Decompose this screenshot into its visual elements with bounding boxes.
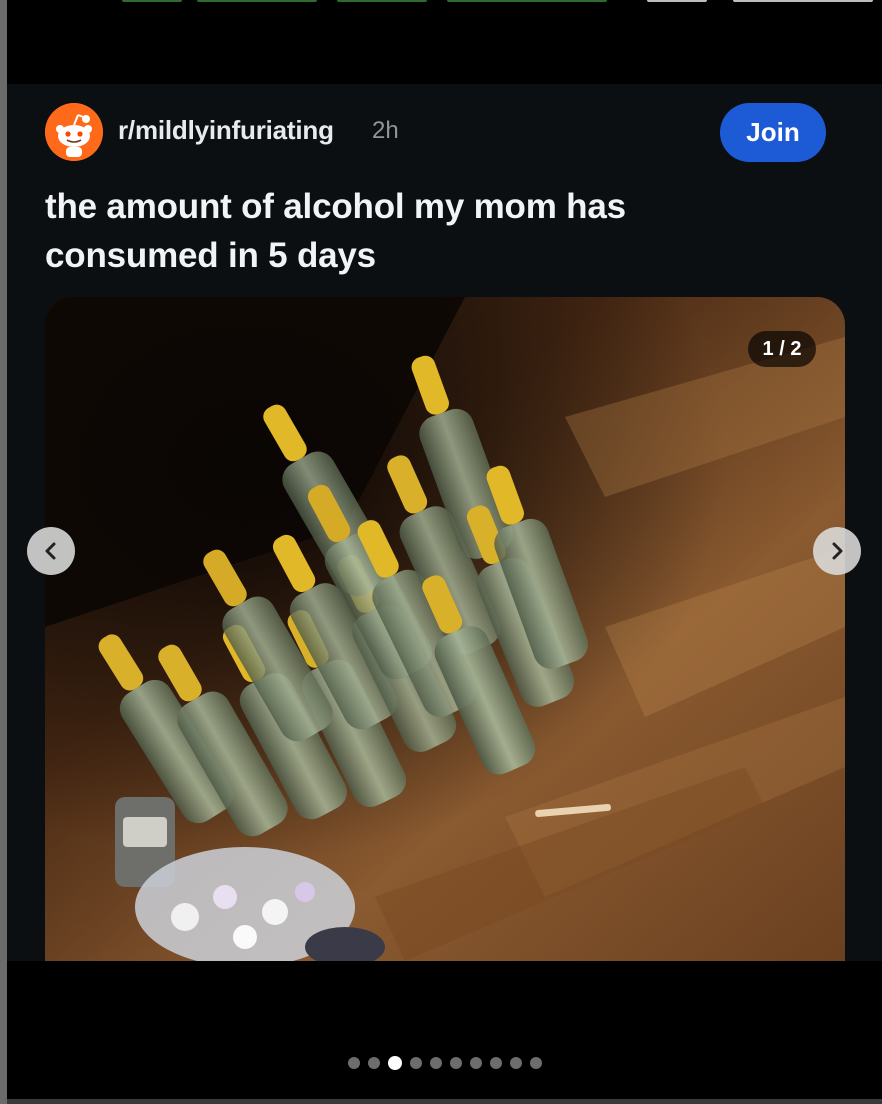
post-card: r/mildlyinfuriating 2h Join the amount o… xyxy=(7,84,882,961)
previous-image-button[interactable] xyxy=(27,527,75,575)
carousel-dot[interactable] xyxy=(348,1057,360,1069)
carousel-dot[interactable] xyxy=(470,1057,482,1069)
cropped-text-fragment xyxy=(447,0,607,2)
join-button[interactable]: Join xyxy=(720,103,826,162)
carousel-dot[interactable] xyxy=(430,1057,442,1069)
window-left-edge xyxy=(0,0,7,1104)
top-cropped-strip xyxy=(7,0,882,84)
carousel-dot[interactable] xyxy=(388,1056,402,1070)
chevron-left-icon xyxy=(45,542,56,560)
reddit-snoo-icon xyxy=(45,103,103,161)
carousel-dot[interactable] xyxy=(368,1057,380,1069)
subreddit-avatar[interactable] xyxy=(45,103,103,161)
image-counter: 1 / 2 xyxy=(748,331,816,367)
post-age: 2h xyxy=(372,117,399,144)
carousel-dots xyxy=(348,1056,542,1070)
carousel-footer xyxy=(7,961,882,1104)
cropped-text-fragment xyxy=(197,0,317,2)
cropped-text-fragment xyxy=(733,0,873,2)
cropped-text-fragment xyxy=(337,0,427,2)
wine-bottles-photo xyxy=(45,297,845,961)
carousel-dot[interactable] xyxy=(450,1057,462,1069)
post-image[interactable] xyxy=(45,297,845,961)
carousel-dot[interactable] xyxy=(530,1057,542,1069)
cropped-text-fragment xyxy=(122,0,182,2)
chevron-right-icon xyxy=(832,542,843,560)
post-title[interactable]: the amount of alcohol my mom has consume… xyxy=(45,182,765,280)
next-image-button[interactable] xyxy=(813,527,861,575)
bottom-edge xyxy=(7,1099,882,1104)
carousel-dot[interactable] xyxy=(410,1057,422,1069)
cropped-text-fragment xyxy=(647,0,707,2)
subreddit-name[interactable]: r/mildlyinfuriating xyxy=(118,115,334,146)
carousel-dot[interactable] xyxy=(490,1057,502,1069)
carousel-dot[interactable] xyxy=(510,1057,522,1069)
